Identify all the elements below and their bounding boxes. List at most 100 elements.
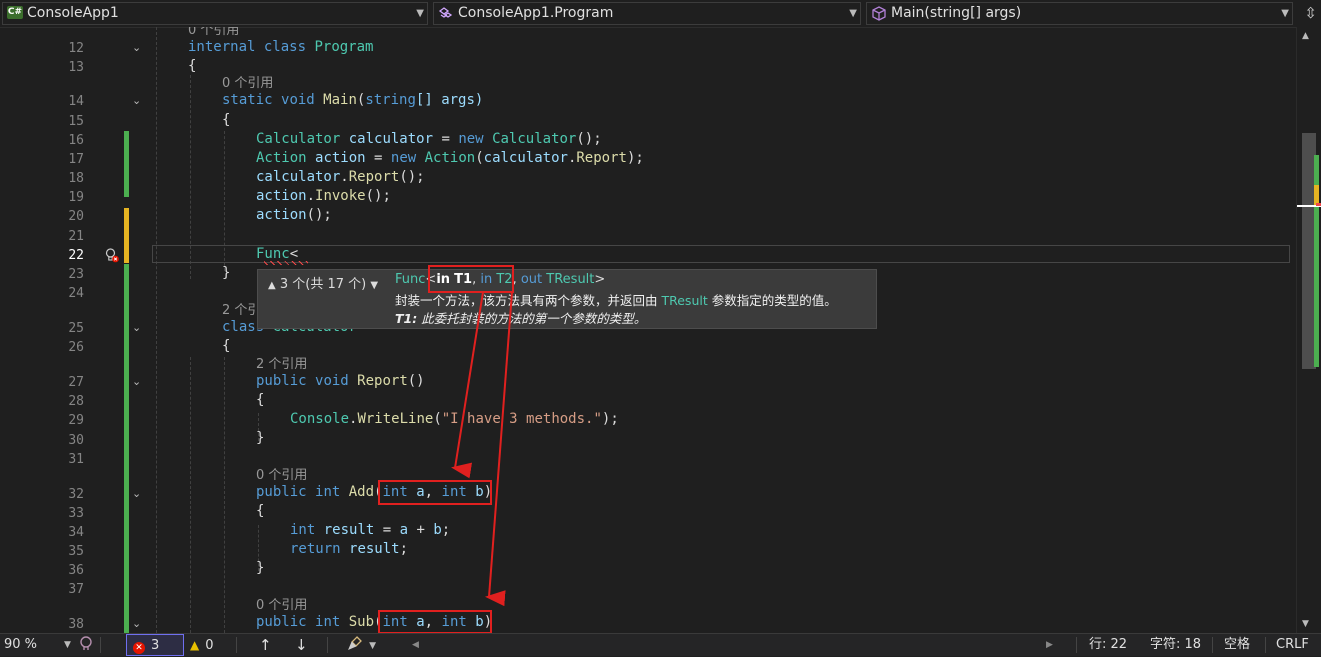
hscroll-left-arrow-icon[interactable]: ◀ — [412, 634, 419, 656]
overload-counter: 3 个(共 17 个) — [279, 277, 367, 292]
fold-chevron-icon[interactable]: ⌄ — [132, 375, 144, 388]
project-name: ConsoleApp1 — [27, 5, 119, 21]
indent-guide — [224, 357, 225, 633]
error-count: 3 — [151, 638, 160, 653]
health-icon[interactable] — [78, 634, 94, 656]
status-bar: 90 % ▼ ✕ 3 ▲ 0 ↑ ↓ ▼ ◀ ▶ 行: 22 字符: 18 空格 C… — [0, 633, 1321, 656]
code-editor[interactable]: 12 13 14 15 16 17 18 19 20 21 22 23 24 2… — [0, 27, 1296, 633]
line-number: 15 — [68, 114, 84, 129]
error-icon: ✕ — [133, 642, 145, 654]
codelens-references[interactable]: 2 个引用 — [256, 356, 307, 373]
lightbulb-error-icon[interactable] — [104, 247, 120, 263]
method-cube-icon — [871, 6, 887, 21]
indent-guide — [156, 27, 157, 633]
arrow-down-icon[interactable]: ↓ — [295, 634, 308, 656]
chevron-down-icon: ▼ — [64, 640, 71, 650]
line-number: 37 — [68, 582, 84, 597]
code-line-33[interactable]: { — [256, 502, 264, 521]
line-number: 28 — [68, 394, 84, 409]
code-line-17[interactable]: Action action = new Action(calculator.Re… — [256, 149, 644, 168]
codelens-references[interactable]: 0 个引用 — [256, 467, 307, 484]
warning-count-button[interactable]: ▲ 0 — [190, 634, 214, 656]
warning-icon: ▲ — [190, 638, 200, 652]
code-line-27[interactable]: public void Report() — [256, 372, 425, 391]
current-line-highlight — [152, 245, 1290, 263]
fold-chevron-icon[interactable]: ⌄ — [132, 94, 144, 107]
code-cleanup-brush-icon[interactable]: ▼ — [347, 634, 376, 656]
class-icon — [438, 6, 454, 21]
line-number: 32 — [68, 487, 84, 502]
whitespace-indicator[interactable]: 空格 — [1224, 634, 1250, 656]
line-number: 30 — [68, 433, 84, 448]
project-dropdown[interactable]: C# ConsoleApp1 ▼ — [2, 2, 428, 25]
code-line-35[interactable]: return result; — [290, 540, 408, 559]
line-indicator[interactable]: 行: 22 — [1089, 634, 1127, 656]
char-indicator[interactable]: 字符: 18 — [1150, 634, 1201, 656]
line-number: 16 — [68, 133, 84, 148]
triangle-up-icon[interactable]: ▲ — [268, 280, 276, 291]
warning-count: 0 — [205, 638, 214, 653]
code-line-13[interactable]: { — [188, 57, 196, 76]
code-line-36[interactable]: } — [256, 559, 264, 578]
codelens-references[interactable]: 0 个引用 — [256, 597, 307, 614]
annotation-box-sub-params — [378, 610, 492, 634]
member-scope-dropdown[interactable]: Main(string[] args) ▼ — [866, 2, 1293, 25]
code-line-19[interactable]: action.Invoke(); — [256, 187, 391, 206]
fold-chevron-icon[interactable]: ⌄ — [132, 41, 144, 54]
code-line-14[interactable]: static void Main(string[] args) — [222, 91, 483, 110]
vertical-scrollbar[interactable]: ▲ ▼ — [1296, 27, 1321, 633]
triangle-down-icon[interactable]: ▼ — [370, 280, 378, 291]
fold-chevron-icon[interactable]: ⌄ — [132, 487, 144, 500]
code-line-30[interactable]: } — [256, 429, 264, 448]
codelens-references[interactable]: 0 个引用 — [222, 75, 273, 92]
line-number: 25 — [68, 321, 84, 336]
indent-guide — [190, 357, 191, 633]
annotation-box-add-params — [378, 480, 492, 505]
zoom-dropdown[interactable]: 90 % ▼ — [4, 634, 72, 656]
line-number: 12 — [68, 41, 84, 56]
chevron-down-icon: ▼ — [369, 641, 377, 651]
line-number: 27 — [68, 375, 84, 390]
line-number-current: 22 — [68, 248, 84, 263]
line-number: 20 — [68, 209, 84, 224]
code-line-15[interactable]: { — [222, 111, 230, 130]
zoom-level: 90 % — [4, 637, 38, 652]
arrow-up-icon[interactable]: ↑ — [259, 634, 272, 656]
chevron-down-icon: ▼ — [1281, 8, 1289, 19]
line-number: 18 — [68, 171, 84, 186]
code-line-20[interactable]: action(); — [256, 206, 332, 225]
fold-chevron-icon[interactable]: ⌄ — [132, 617, 144, 630]
parameter-info-tooltip: ▲ 3 个(共 17 个) ▼ Func<in T1, in T2, out T… — [257, 269, 877, 329]
code-line-28[interactable]: { — [256, 391, 264, 410]
line-number: 21 — [68, 229, 84, 244]
scroll-up-arrow-icon[interactable]: ▲ — [1302, 31, 1309, 41]
code-line-23[interactable]: } — [222, 264, 230, 283]
error-count-button[interactable]: ✕ 3 — [126, 634, 184, 656]
line-number: 26 — [68, 340, 84, 355]
line-number: 34 — [68, 525, 84, 540]
class-scope-dropdown[interactable]: ConsoleApp1.Program ▼ — [433, 2, 861, 25]
change-bar-saved — [124, 131, 129, 197]
annotation-box-type-params — [428, 265, 514, 293]
class-scope-name: ConsoleApp1.Program — [458, 5, 614, 21]
scroll-down-arrow-icon[interactable]: ▼ — [1302, 619, 1309, 629]
code-line-18[interactable]: calculator.Report(); — [256, 168, 425, 187]
code-line-34[interactable]: int result = a + b; — [290, 521, 450, 540]
line-number: 38 — [68, 617, 84, 632]
error-squiggle — [264, 261, 308, 265]
code-line-12[interactable]: internal class Program — [188, 38, 373, 57]
code-line-16[interactable]: Calculator calculator = new Calculator()… — [256, 130, 602, 149]
line-number: 29 — [68, 413, 84, 428]
line-number: 35 — [68, 544, 84, 559]
code-line-29[interactable]: Console.WriteLine("I have 3 methods."); — [290, 410, 619, 429]
overload-selector[interactable]: ▲ 3 个(共 17 个) ▼ — [268, 273, 378, 292]
line-number: 17 — [68, 152, 84, 167]
chevron-down-icon: ▼ — [416, 8, 424, 19]
line-ending-indicator[interactable]: CRLF — [1276, 634, 1309, 656]
line-number: 36 — [68, 563, 84, 578]
split-editor-icon[interactable]: ⇳ — [1304, 3, 1317, 23]
hscroll-right-arrow-icon[interactable]: ▶ — [1046, 634, 1053, 656]
line-number: 13 — [68, 60, 84, 75]
code-line-26[interactable]: { — [222, 337, 230, 356]
fold-chevron-icon[interactable]: ⌄ — [132, 321, 144, 334]
